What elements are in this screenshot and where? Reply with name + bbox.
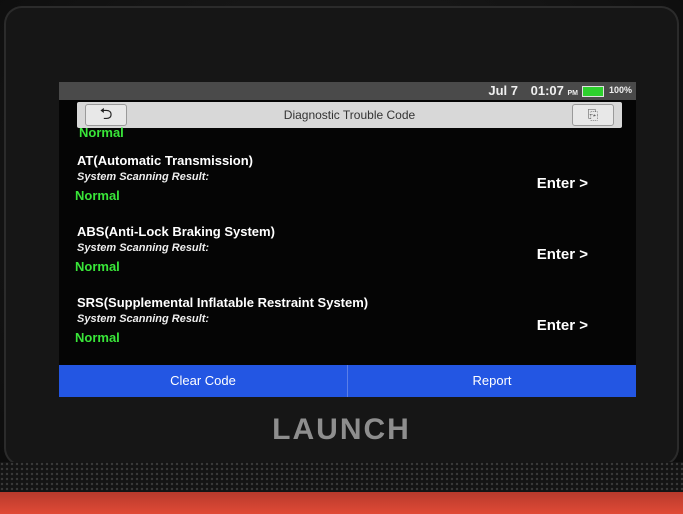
status-time: 01:07 PM (530, 83, 578, 98)
enter-button[interactable]: Enter > (537, 317, 588, 334)
system-name: ABS(Anti-Lock Braking System) (77, 224, 275, 239)
clear-code-button[interactable]: Clear Code (59, 365, 347, 397)
list-item: SRS(Supplemental Inflatable Restraint Sy… (59, 295, 636, 365)
scan-result-label: System Scanning Result: (77, 313, 210, 325)
title-bar: ⮌ Diagnostic Trouble Code ⎘ (77, 102, 622, 128)
scan-status: Normal (75, 188, 120, 203)
device-red-trim (0, 492, 683, 514)
enter-button[interactable]: Enter > (537, 175, 588, 192)
scan-result-label: System Scanning Result: (77, 171, 210, 183)
exit-icon: ⎘ (587, 107, 599, 122)
device-screen: Jul 7 01:07 PM 100% ⮌ Diagnostic Trouble… (59, 82, 636, 397)
scan-tool-device: Jul 7 01:07 PM 100% ⮌ Diagnostic Trouble… (0, 0, 683, 514)
scan-status: Normal (75, 330, 120, 345)
exit-button[interactable]: ⎘ (572, 104, 614, 126)
system-list: Normal AT(Automatic Transmission) System… (59, 125, 636, 365)
battery-icon (582, 86, 604, 97)
scan-status: Normal (75, 259, 120, 274)
page-title: Diagnostic Trouble Code (283, 108, 416, 122)
list-item: ABS(Anti-Lock Braking System) System Sca… (59, 224, 636, 294)
system-name: AT(Automatic Transmission) (77, 153, 254, 168)
list-item: AT(Automatic Transmission) System Scanni… (59, 153, 636, 223)
report-button[interactable]: Report (348, 365, 636, 397)
battery-percent: 100% (608, 85, 632, 95)
scan-result-label: System Scanning Result: (77, 242, 210, 254)
device-grip (0, 462, 683, 494)
status-date: Jul 7 (488, 83, 518, 98)
status-bar: Jul 7 01:07 PM 100% (59, 82, 636, 100)
previous-row-status: Normal (79, 125, 124, 140)
action-bar: Clear Code Report (59, 365, 636, 397)
system-name: SRS(Supplemental Inflatable Restraint Sy… (77, 295, 369, 310)
enter-button[interactable]: Enter > (537, 246, 588, 263)
brand-logo: LAUNCH (272, 413, 411, 446)
